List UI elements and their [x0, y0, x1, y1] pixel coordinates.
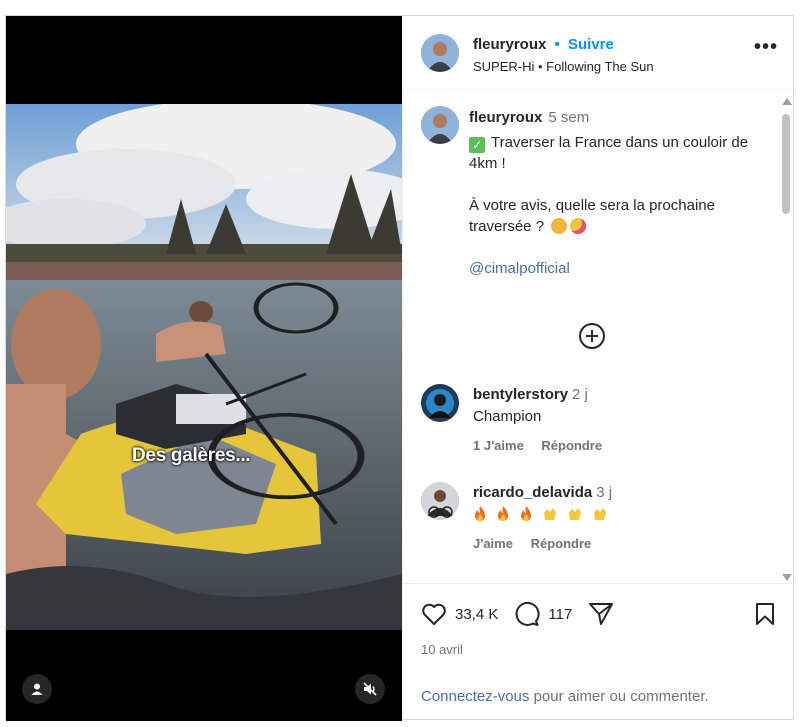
caption-time[interactable]: 5 sem	[548, 109, 589, 126]
login-prompt: Connectez-vous pour aimer ou commenter.	[421, 688, 709, 705]
comment-header: ricardo_delavida 3 j	[473, 484, 612, 501]
check-emoji-icon: ✓	[469, 137, 485, 153]
clap-emoji-icon	[594, 508, 606, 520]
comment-like-button[interactable]: J'aime	[473, 536, 513, 551]
share-icon[interactable]	[588, 601, 614, 627]
bookmark-icon[interactable]	[754, 602, 776, 626]
post-dialog: Des galères... fleuryroux • Suivre SUPER…	[5, 15, 796, 721]
media-text-overlay: Des galères...	[132, 445, 251, 466]
fire-emoji-icon	[475, 506, 485, 521]
post-actions: 33,4 K 117 10 avril Connectez-vous pour …	[403, 583, 796, 721]
scroll-down-arrow[interactable]	[782, 574, 792, 581]
reply-button[interactable]: Répondre	[541, 438, 602, 453]
author-line: fleuryroux • Suivre	[473, 36, 614, 53]
fire-emoji-icon	[521, 506, 531, 521]
comment-actions: 1 J'aime Répondre	[473, 438, 616, 453]
caption-line-1: Traverser la France dans un couloir de 4…	[469, 134, 749, 172]
comment-header: bentylerstory 2 j	[473, 386, 588, 403]
author-avatar[interactable]	[421, 34, 459, 72]
zany-emoji-icon	[570, 218, 587, 234]
comment-time[interactable]: 2 j	[572, 386, 588, 403]
caption-header: fleuryroux 5 sem	[469, 109, 589, 126]
mute-icon	[363, 682, 377, 696]
tagged-users-button[interactable]	[22, 674, 52, 704]
commenter-username[interactable]: bentylerstory	[473, 386, 568, 403]
caption-username[interactable]: fleuryroux	[469, 109, 542, 126]
fire-emoji-icon	[498, 506, 508, 521]
comment-item: ricardo_delavida 3 j J'aime Répondre	[421, 482, 781, 552]
mute-button[interactable]	[355, 674, 385, 704]
comments-scrollbar[interactable]	[781, 96, 792, 583]
caption-text: ✓ Traverser la France dans un couloir de …	[469, 132, 769, 279]
heart-icon[interactable]	[421, 602, 447, 626]
commenter-username[interactable]: ricardo_delavida	[473, 484, 592, 501]
likes-count[interactable]: 33,4 K	[455, 606, 498, 623]
commenter-avatar[interactable]	[421, 384, 459, 422]
comment-actions: J'aime Répondre	[473, 536, 605, 551]
user-icon	[31, 683, 43, 695]
login-prompt-text: pour aimer ou commenter.	[529, 688, 709, 705]
author-username[interactable]: fleuryroux	[473, 36, 546, 53]
scroll-up-arrow[interactable]	[782, 98, 792, 105]
comment-time[interactable]: 3 j	[596, 484, 612, 501]
more-options-button[interactable]: •••	[754, 37, 778, 57]
comment-text: Champion	[473, 408, 542, 425]
comment-icon[interactable]	[514, 601, 540, 627]
clap-emoji-icon	[544, 508, 556, 520]
more-icon: •••	[753, 36, 778, 58]
caption-line-2: À votre avis, quelle sera la prochaine t…	[469, 197, 715, 235]
login-link[interactable]: Connectez-vous	[421, 688, 529, 705]
caption-avatar[interactable]	[421, 106, 459, 144]
load-more-comments-button[interactable]	[579, 323, 605, 349]
comment-item: bentylerstory 2 j Champion 1 J'aime Répon…	[421, 384, 781, 454]
comment-text	[473, 506, 617, 524]
commenter-avatar[interactable]	[421, 482, 459, 520]
follow-button[interactable]: Suivre	[568, 36, 614, 53]
comment-likes-button[interactable]: 1 J'aime	[473, 438, 524, 453]
clap-emoji-icon	[569, 508, 581, 520]
post-side-panel: fleuryroux • Suivre SUPER-Hi • Following…	[402, 16, 796, 721]
scroll-thumb[interactable]	[782, 114, 790, 214]
separator-dot: •	[554, 36, 560, 53]
post-photo[interactable]: Des galères...	[6, 104, 402, 630]
comments-scroll-area[interactable]: fleuryroux 5 sem ✓ Traverser la France dan…	[403, 91, 796, 579]
reply-button[interactable]: Répondre	[531, 536, 592, 551]
action-row: 33,4 K 117	[421, 600, 614, 628]
flushed-emoji-icon	[551, 218, 568, 234]
mention-link[interactable]: @cimalpofficial	[469, 258, 769, 279]
post-date[interactable]: 10 avril	[421, 642, 463, 657]
post-header: fleuryroux • Suivre SUPER-Hi • Following…	[403, 16, 796, 90]
post-media[interactable]: Des galères...	[6, 16, 402, 721]
comments-count[interactable]: 117	[548, 606, 572, 623]
audio-subtitle[interactable]: SUPER-Hi • Following The Sun	[473, 59, 654, 74]
